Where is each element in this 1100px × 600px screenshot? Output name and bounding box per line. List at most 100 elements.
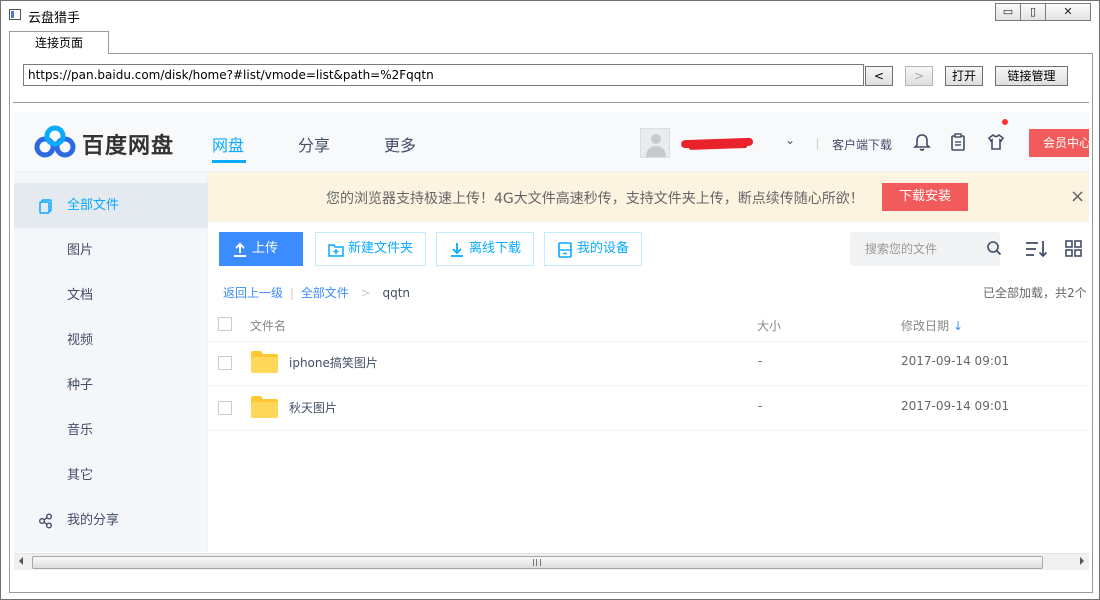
nav-item-netdisk[interactable]: 网盘 <box>212 132 244 156</box>
breadcrumb: 返回上一级 | 全部文件 > qqtn <box>223 284 410 301</box>
avatar[interactable] <box>640 128 670 158</box>
close-icon: ✕ <box>1063 5 1073 18</box>
file-size: - <box>758 354 763 368</box>
app-window: 云盘猎手 ▭ ▯ ✕ 连接页面 < > 打开 链接管理 百度网盘 网盘 分享 更… <box>0 0 1100 600</box>
select-all-checkbox[interactable] <box>218 317 232 331</box>
tab-connect-page[interactable]: 连接页面 <box>9 31 109 54</box>
baidu-netdisk-logo-icon[interactable] <box>33 125 77 159</box>
file-name[interactable]: 秋天图片 <box>289 399 337 416</box>
clipboard-icon[interactable] <box>948 132 968 152</box>
search-icon[interactable] <box>986 240 1002 256</box>
client-download-link[interactable]: 客户端下载 <box>832 136 892 153</box>
horizontal-scrollbar[interactable] <box>14 553 1089 570</box>
sidebar-item-label: 图片 <box>67 243 94 258</box>
column-header-name[interactable]: 文件名 <box>250 317 286 334</box>
web-view: 百度网盘 网盘 分享 更多 ⌄ 客户端下载 会员中心 全部文件 图片 文档 视频… <box>14 112 1089 552</box>
table-row[interactable]: iphone搞笑图片 - 2017-09-14 09:01 <box>208 341 1089 385</box>
back-button[interactable]: < <box>865 66 893 86</box>
file-modified-date: 2017-09-14 09:01 <box>901 399 1010 413</box>
column-header-size[interactable]: 大小 <box>757 317 781 334</box>
share-icon <box>39 513 52 529</box>
maximize-button[interactable]: ▯ <box>1020 3 1046 21</box>
grip-icon <box>533 559 541 566</box>
forward-button[interactable]: > <box>905 66 933 86</box>
breadcrumb-current: qqtn <box>382 286 410 300</box>
vip-center-button[interactable]: 会员中心 <box>1029 129 1089 157</box>
download-icon <box>451 243 463 257</box>
table-row[interactable]: 秋天图片 - 2017-09-14 09:01 <box>208 386 1089 430</box>
title-bar: 云盘猎手 ▭ ▯ ✕ <box>1 1 1099 29</box>
notification-dot <box>1002 119 1008 125</box>
breadcrumb-all-files-link[interactable]: 全部文件 <box>301 286 349 300</box>
sidebar-item-all-files[interactable]: 全部文件 <box>14 183 208 228</box>
close-icon[interactable]: × <box>1070 186 1085 207</box>
my-devices-label: 我的设备 <box>577 241 630 256</box>
banner-text: 您的浏览器支持极速上传！4G大文件高速秒传，支持文件夹上传，断点续传随心所欲！ <box>326 191 864 207</box>
search-input[interactable]: 搜索您的文件 <box>850 232 1000 266</box>
breadcrumb-arrow: > <box>360 286 371 300</box>
divider <box>13 102 1089 103</box>
row-divider <box>208 430 1089 431</box>
tshirt-icon[interactable] <box>986 132 1006 152</box>
offline-download-button[interactable]: 离线下载 <box>436 232 534 266</box>
bell-icon[interactable] <box>912 132 932 152</box>
nav-item-share[interactable]: 分享 <box>298 132 330 156</box>
sidebar-item-label: 音乐 <box>67 423 94 438</box>
offline-download-label: 离线下载 <box>469 241 522 256</box>
sort-descending-icon: ↓ <box>953 319 964 333</box>
chevron-down-icon[interactable]: ⌄ <box>785 133 795 147</box>
scroll-right-icon[interactable] <box>1080 557 1084 565</box>
nav-active-indicator <box>212 160 246 163</box>
sidebar-item-torrents[interactable]: 种子 <box>14 363 208 408</box>
file-size: - <box>758 399 763 413</box>
scroll-left-icon[interactable] <box>19 557 23 565</box>
sidebar-item-label: 种子 <box>67 378 94 393</box>
folder-icon <box>251 351 278 373</box>
brand-name[interactable]: 百度网盘 <box>82 128 174 160</box>
sidebar-item-label: 视频 <box>67 333 94 348</box>
row-checkbox[interactable] <box>218 356 232 370</box>
minimize-button[interactable]: ▭ <box>995 3 1021 21</box>
sidebar-item-label: 全部文件 <box>67 198 120 213</box>
window-controls: ▭ ▯ ✕ <box>995 3 1091 21</box>
files-icon <box>39 199 52 214</box>
close-button[interactable]: ✕ <box>1045 3 1091 21</box>
link-manager-button[interactable]: 链接管理 <box>995 66 1068 86</box>
sidebar-item-label: 其它 <box>67 468 94 483</box>
row-checkbox[interactable] <box>218 401 232 415</box>
sidebar-item-images[interactable]: 图片 <box>14 228 208 273</box>
maximize-icon: ▯ <box>1029 5 1037 18</box>
breadcrumb-divider: | <box>289 286 294 300</box>
breadcrumb-back-link[interactable]: 返回上一级 <box>223 286 283 300</box>
open-button[interactable]: 打开 <box>945 66 983 86</box>
upload-button[interactable]: 上传 <box>219 232 303 266</box>
file-name[interactable]: iphone搞笑图片 <box>289 354 378 371</box>
folder-icon <box>251 396 278 418</box>
sidebar-item-label: 文档 <box>67 288 94 303</box>
device-icon <box>558 242 572 258</box>
new-folder-icon <box>328 244 344 257</box>
scrollbar-thumb[interactable] <box>32 556 1043 569</box>
sort-list-icon[interactable] <box>1025 239 1047 259</box>
sidebar-item-label: 我的分享 <box>67 513 120 528</box>
window-title: 云盘猎手 <box>28 11 81 26</box>
download-install-button[interactable]: 下载安装 <box>882 183 968 211</box>
new-folder-button[interactable]: 新建文件夹 <box>315 232 426 266</box>
upload-icon <box>234 242 246 257</box>
minimize-icon: ▭ <box>1002 5 1014 18</box>
upload-label: 上传 <box>252 241 279 256</box>
username-redacted[interactable] <box>680 137 754 149</box>
sidebar-item-documents[interactable]: 文档 <box>14 273 208 318</box>
nav-divider <box>817 138 818 150</box>
grid-view-icon[interactable] <box>1063 239 1085 259</box>
my-devices-button[interactable]: 我的设备 <box>544 232 642 266</box>
url-input[interactable] <box>23 64 864 86</box>
sidebar: 全部文件 图片 文档 视频 种子 音乐 其它 我的分享 <box>14 172 208 552</box>
sidebar-item-videos[interactable]: 视频 <box>14 318 208 363</box>
column-header-modified[interactable]: 修改日期 ↓ <box>901 317 963 334</box>
nav-item-more[interactable]: 更多 <box>384 132 416 156</box>
loaded-count: 已全部加载，共2个 <box>983 286 1087 300</box>
sidebar-item-music[interactable]: 音乐 <box>14 408 208 453</box>
sidebar-item-my-shares[interactable]: 我的分享 <box>14 498 208 543</box>
sidebar-item-other[interactable]: 其它 <box>14 453 208 498</box>
